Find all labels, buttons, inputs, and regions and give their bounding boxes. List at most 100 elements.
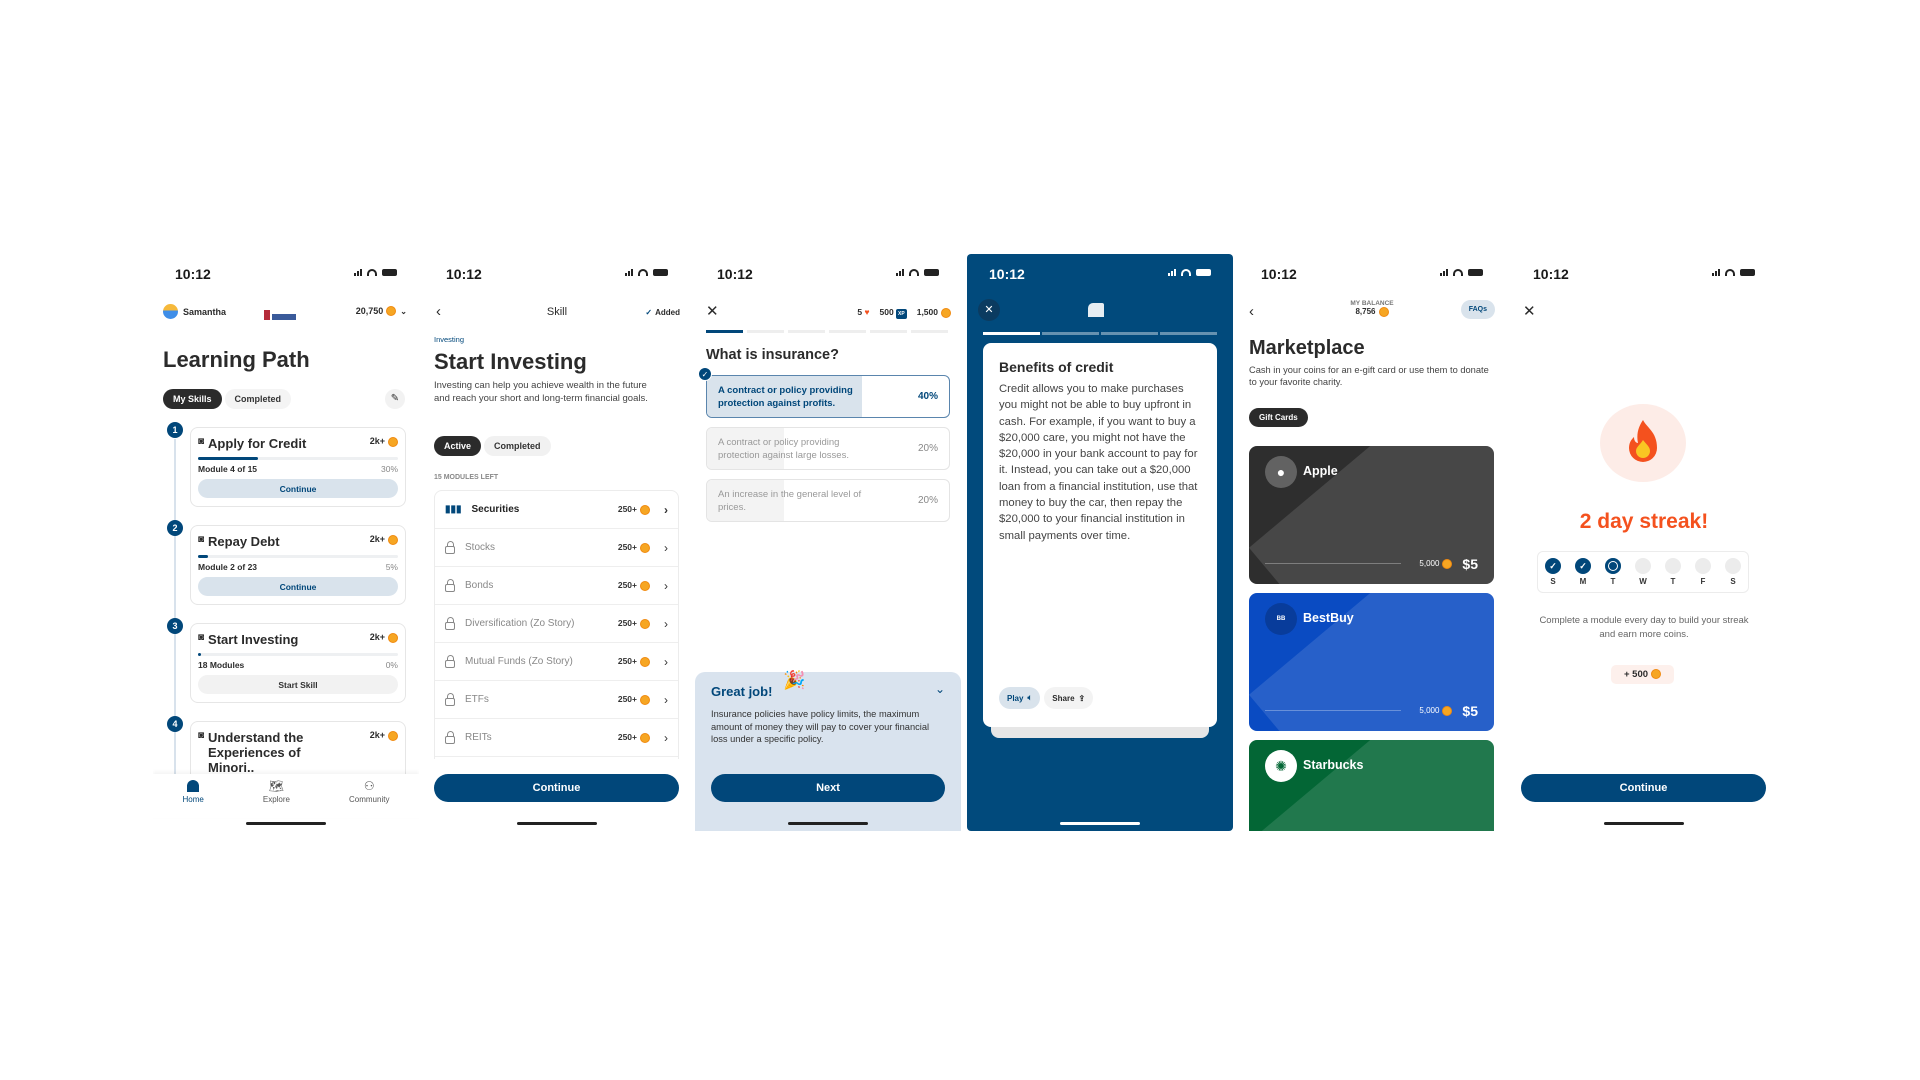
gift-card[interactable]: BB BestBuy 5,000 $5	[1249, 593, 1494, 731]
close-icon[interactable]: ✕	[978, 299, 1000, 321]
next-button[interactable]: Next	[711, 774, 945, 802]
coin-icon	[388, 534, 398, 545]
heart-icon: ♥	[864, 307, 870, 318]
day-indicator: T	[1665, 558, 1681, 586]
learning-path-screen: 10:12 Samantha 20,750 ⌄ Learning Path My …	[153, 254, 419, 831]
lock-icon	[445, 730, 455, 744]
coin-icon	[388, 730, 398, 741]
close-icon[interactable]: ✕	[706, 302, 719, 320]
chevron-down-icon: ⌄	[400, 306, 407, 316]
status-icons	[1168, 269, 1211, 276]
module-name: Diversification (Zo Story)	[465, 618, 575, 629]
progress-segment	[788, 330, 825, 333]
day-indicator: F	[1695, 558, 1711, 586]
module-row[interactable]: Stocks 250+ ›	[435, 529, 678, 567]
marketplace-screen: 10:12 ‹ MY BALANCE 8,756 FAQs Marketplac…	[1239, 254, 1505, 831]
user-profile[interactable]: Samantha	[163, 304, 226, 319]
nav-explore[interactable]: 🗺︎ Explore	[263, 774, 290, 818]
nav-community[interactable]: ⚇ Community	[349, 774, 389, 818]
tab-completed[interactable]: Completed	[224, 389, 292, 409]
faqs-button[interactable]: FAQs	[1460, 300, 1495, 319]
skill-card[interactable]: ◙ Apply for Credit 2k+ Module 4 of 15 30% C…	[190, 427, 406, 507]
skill-icon: ◙	[198, 534, 205, 545]
day-indicator: T	[1605, 558, 1621, 586]
module-count: Module 4 of 15	[198, 464, 258, 474]
coin-icon	[640, 694, 650, 705]
reward: 2k+	[369, 730, 385, 740]
day-circle-icon	[1695, 558, 1711, 574]
chevron-right-icon: ›	[664, 654, 668, 669]
skill-card[interactable]: ◙ Repay Debt 2k+ Module 2 of 23 5% Continue	[190, 525, 406, 605]
skill-action-button[interactable]: Continue	[198, 479, 398, 498]
status-icons	[1440, 269, 1483, 276]
lock-icon	[445, 616, 455, 630]
skill-icon: ◙	[198, 436, 205, 447]
coin-icon	[640, 580, 650, 591]
step-number: 2	[167, 520, 183, 536]
status-time: 10:12	[446, 266, 482, 282]
status-icons	[354, 269, 397, 276]
module-count: Module 2 of 23	[198, 562, 258, 572]
gift-card-price: $5	[1462, 556, 1478, 572]
check-icon: ✓	[645, 308, 653, 317]
nav-home[interactable]: Home	[183, 774, 204, 818]
tab-completed[interactable]: Completed	[484, 436, 551, 456]
answer-option[interactable]: A contract or policy providing protectio…	[706, 375, 950, 418]
module-name: Mutual Funds (Zo Story)	[465, 656, 573, 667]
story-screen: 10:12 ✕ Benefits of credit Credit allows…	[967, 254, 1233, 831]
status-time: 10:12	[1261, 266, 1297, 282]
module-row[interactable]: Diversification (Zo Story) 250+ ›	[435, 605, 678, 643]
coin-icon	[640, 618, 650, 629]
balance-value: 8,756	[1355, 307, 1376, 317]
story-title: Benefits of credit	[999, 359, 1114, 375]
edit-icon[interactable]: ✎	[385, 389, 405, 409]
module-row[interactable]: ▮▮▮ Securities 250+ ›	[435, 491, 678, 529]
streak-badge	[1600, 404, 1686, 482]
lock-icon	[445, 692, 455, 706]
coin-balance[interactable]: 20,750 ⌄	[356, 306, 407, 316]
skill-card[interactable]: ◙ Start Investing 2k+ 18 Modules 0% Start S…	[190, 623, 406, 703]
progress-percent: 30%	[380, 464, 398, 474]
chevron-down-icon[interactable]: ⌄	[935, 682, 945, 696]
module-row[interactable]: REITs 250+ ›	[435, 719, 678, 757]
party-popper-icon: 🎉	[783, 670, 806, 690]
share-button[interactable]: Share ⇪	[1044, 687, 1094, 709]
module-row[interactable]: Mutual Funds (Zo Story) 250+ ›	[435, 643, 678, 681]
map-icon: 🗺︎	[268, 779, 285, 793]
tab-my-skills[interactable]: My Skills	[163, 389, 222, 409]
answer-option[interactable]: A contract or policy providing protectio…	[706, 427, 950, 470]
chevron-right-icon: ›	[664, 616, 668, 631]
filter-gift-cards[interactable]: Gift Cards	[1249, 408, 1308, 427]
tab-active[interactable]: Active	[434, 436, 482, 456]
step-number: 1	[167, 422, 183, 438]
gift-card[interactable]: ✺ Starbucks	[1249, 740, 1494, 831]
module-list: ▮▮▮ Securities 250+ › Stocks 250+ › Bond…	[434, 490, 679, 780]
day-circle-icon	[1665, 558, 1681, 574]
continue-button[interactable]: Continue	[434, 774, 679, 802]
apple-logo-icon: ●	[1265, 456, 1297, 488]
reward: 250+	[617, 542, 637, 553]
continue-button[interactable]: Continue	[1521, 774, 1766, 802]
coin-icon	[1378, 307, 1389, 317]
option-text: An increase in the general level of pric…	[718, 489, 862, 513]
close-icon[interactable]: ✕	[1523, 302, 1536, 320]
module-row[interactable]: Bonds 250+ ›	[435, 567, 678, 605]
skill-action-button[interactable]: Continue	[198, 577, 398, 596]
coin-icon	[640, 542, 650, 553]
skill-icon: ◙	[198, 730, 205, 741]
added-button[interactable]: ✓ Added	[645, 308, 680, 317]
gift-card[interactable]: ● Apple 5,000 $5	[1249, 446, 1494, 584]
hearts-count: 5	[857, 307, 863, 318]
day-indicator: ✓ S	[1545, 558, 1561, 586]
day-label: M	[1579, 577, 1587, 586]
skill-title: Start Investing	[208, 632, 299, 647]
play-button[interactable]: Play 🔈︎	[999, 687, 1041, 709]
answer-option[interactable]: An increase in the general level of pric…	[706, 479, 950, 522]
module-row[interactable]: ETFs 250+ ›	[435, 681, 678, 719]
modules-left: 15 MODULES LEFT	[434, 474, 499, 481]
skill-action-button[interactable]: Start Skill	[198, 675, 398, 694]
feedback-sheet: Great job! 🎉 ⌄ Insurance policies have p…	[695, 670, 961, 831]
starbucks-logo-icon: ✺	[1265, 750, 1297, 782]
progress-percent: 5%	[385, 562, 398, 572]
progress-bar	[198, 653, 398, 656]
